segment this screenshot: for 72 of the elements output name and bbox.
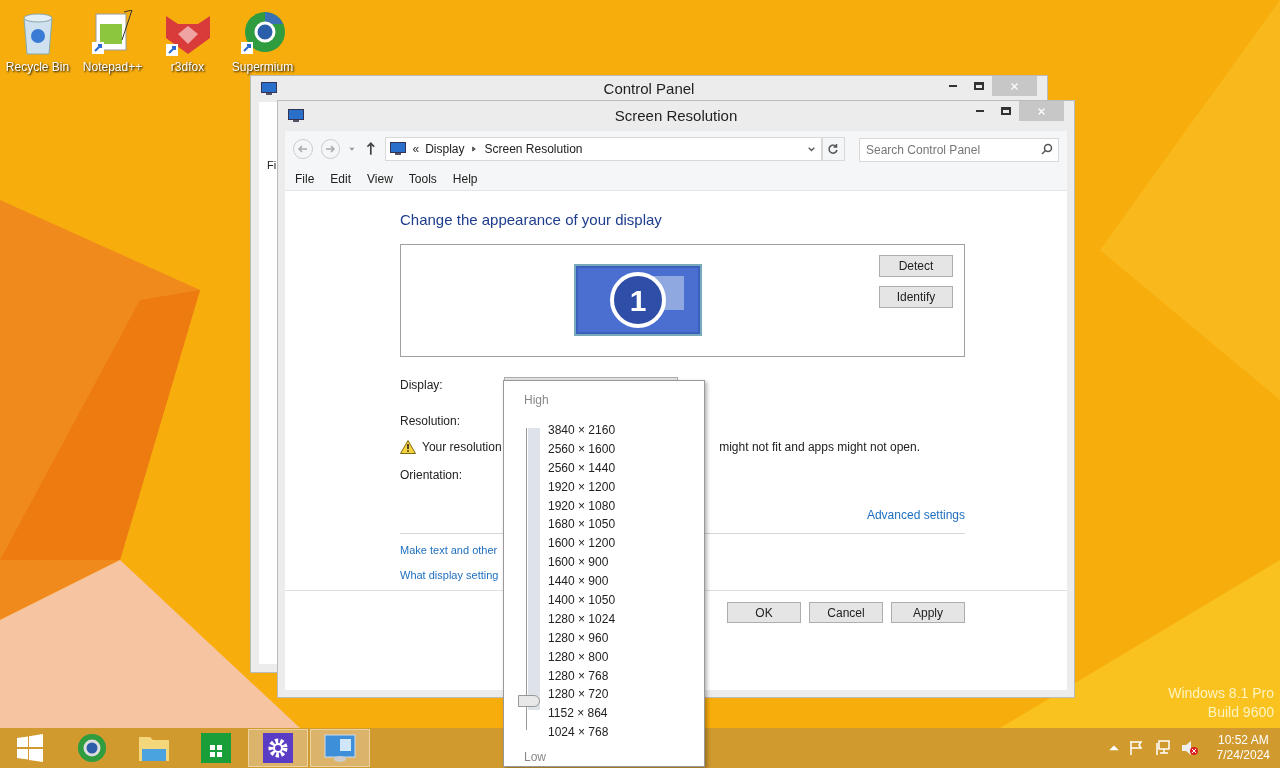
menu-item[interactable]: Edit — [330, 169, 352, 188]
resolution-option[interactable]: 1400 × 1050 — [548, 591, 616, 610]
resolution-option[interactable]: 2560 × 1600 — [548, 439, 616, 459]
resolution-option[interactable]: 1600 × 1200 — [548, 534, 616, 554]
help-link[interactable]: What display setting — [400, 567, 499, 584]
address-bar[interactable]: « Display Screen Resolution — [385, 137, 822, 161]
control-panel-icon — [324, 733, 356, 763]
warning-icon — [400, 439, 416, 454]
help-link[interactable]: Make text and other — [400, 541, 498, 558]
field-label: Display: — [400, 376, 444, 394]
os-version-text: Build 9600 — [1207, 703, 1274, 722]
breadcrumb-item[interactable]: Screen Resolution — [484, 140, 583, 158]
resolution-option[interactable]: 3840 × 2160 — [548, 421, 616, 440]
resolution-option[interactable]: 2560 × 1440 — [548, 458, 616, 478]
warning-text: Your resolution — [422, 438, 502, 456]
dropdown-icon[interactable] — [348, 145, 356, 153]
refresh-icon[interactable] — [827, 143, 840, 155]
resolution-option[interactable]: 1440 × 900 — [548, 572, 616, 591]
breadcrumb-chevron: « — [412, 141, 420, 158]
field-label: Resolution: — [400, 412, 461, 430]
resolution-option[interactable]: 1920 × 1080 — [548, 496, 616, 516]
os-version-text: Windows 8.1 Pro — [1168, 684, 1274, 703]
browser-icon — [238, 10, 287, 56]
notepad-icon — [89, 10, 136, 56]
menu-item[interactable]: Tools — [408, 169, 437, 188]
browser-icon — [77, 733, 107, 763]
resolution-option[interactable]: 1280 × 1024 — [548, 609, 616, 629]
monitor-icon — [288, 109, 304, 123]
resolution-option[interactable]: 1152 × 864 — [548, 704, 616, 724]
search-field[interactable]: Search Control Panel — [859, 137, 1059, 162]
flag-icon[interactable] — [1128, 740, 1145, 756]
resolution-option[interactable]: 1920 × 1200 — [548, 477, 616, 497]
panel-button[interactable]: Identify — [879, 285, 953, 308]
menu-item[interactable]: File — [295, 169, 315, 188]
window-title: Screen Resolution — [614, 105, 738, 126]
resolution-option[interactable]: 1680 × 1050 — [548, 515, 616, 535]
dialog-button[interactable]: Cancel — [809, 602, 883, 623]
window-title: Control Panel — [603, 78, 695, 99]
panel-button[interactable]: Detect — [879, 254, 953, 277]
warning-text: might not fit and apps might not open. — [719, 438, 920, 456]
monitor-drawing[interactable]: 1 — [573, 264, 702, 336]
muted-speaker-icon[interactable] — [1180, 740, 1199, 756]
search-icon — [1041, 142, 1053, 155]
dialog-button[interactable]: OK — [727, 602, 801, 623]
menu-item[interactable]: Help — [452, 169, 478, 188]
resolution-option[interactable]: 1280 × 720 — [548, 685, 616, 705]
refresh-button[interactable] — [821, 137, 845, 161]
resolution-option[interactable]: 1600 × 900 — [548, 553, 616, 573]
close-icon[interactable] — [1010, 81, 1019, 91]
resolution-option[interactable]: 1280 × 960 — [548, 628, 616, 648]
resolution-option[interactable]: 1024 × 768 — [548, 723, 616, 743]
windows-logo-icon — [16, 734, 44, 762]
page-heading: Change the appearance of your display — [400, 210, 663, 230]
low-label: Low — [524, 749, 547, 767]
chevron-up-icon[interactable] — [1108, 743, 1119, 753]
taskbar-button[interactable] — [248, 729, 308, 767]
store-icon — [201, 733, 231, 763]
advanced-settings-link[interactable]: Advanced settings — [866, 505, 965, 524]
separator-icon[interactable] — [470, 145, 479, 153]
menu-item[interactable]: View — [367, 169, 393, 188]
close-icon[interactable] — [1037, 106, 1046, 116]
network-icon[interactable] — [1154, 740, 1171, 756]
settings-icon — [263, 733, 293, 763]
field-label: Orientation: — [400, 466, 463, 484]
breadcrumb-item[interactable]: Display — [425, 140, 465, 158]
menu-item[interactable]: Fi — [267, 159, 277, 171]
dialog-button[interactable]: Apply — [891, 602, 965, 623]
resolution-option[interactable]: 1280 × 800 — [548, 647, 616, 667]
resolution-option[interactable]: 1280 × 768 — [548, 666, 616, 686]
monitor-icon — [390, 142, 407, 156]
monitor-icon — [261, 82, 277, 96]
high-label: High — [524, 392, 550, 409]
